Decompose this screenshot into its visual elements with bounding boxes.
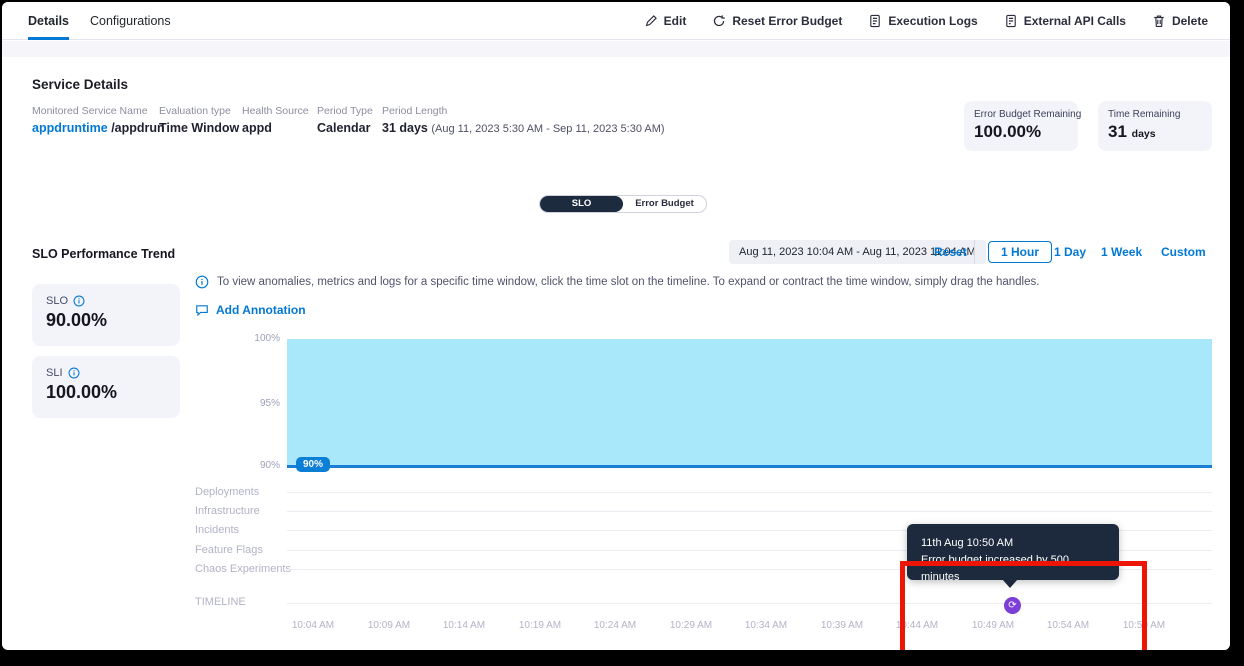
period-length-detail: (Aug 11, 2023 5:30 AM - Sep 11, 2023 5:3… [431, 123, 664, 135]
tooltip-arrow [1002, 579, 1018, 588]
x-axis-tick: 10:44 AM [882, 620, 952, 631]
toolbar: Edit Reset Error Budget Execution Logs E… [644, 2, 1208, 40]
row-track[interactable] [287, 603, 1212, 604]
y-axis-tick-100: 100% [240, 333, 280, 344]
info-icon[interactable] [73, 295, 85, 307]
y-axis-tick-90: 90% [240, 460, 280, 471]
row-label-infrastructure: Infrastructure [195, 505, 260, 517]
toggle-error-budget[interactable]: Error Budget [623, 196, 706, 212]
x-axis-tick: 10:59 AM [1109, 620, 1179, 631]
toggle-slo[interactable]: SLO [540, 196, 623, 212]
reset-link[interactable]: Reset [934, 240, 967, 264]
slo-target-line [287, 465, 1212, 468]
sli-card: SLI 100.00% [32, 356, 180, 418]
edit-button[interactable]: Edit [644, 14, 687, 28]
range-custom-button[interactable]: Custom [1161, 240, 1206, 264]
external-api-calls-button[interactable]: External API Calls [1004, 14, 1126, 28]
error-budget-remaining-card: Error Budget Remaining 100.00% [964, 101, 1078, 151]
annotation-marker-icon[interactable]: ⟳ [1004, 597, 1021, 614]
add-annotation-button[interactable]: Add Annotation [195, 303, 306, 317]
x-axis-tick: 10:34 AM [731, 620, 801, 631]
info-icon [195, 275, 209, 289]
execution-logs-button[interactable]: Execution Logs [868, 14, 977, 28]
service-details-title: Service Details [32, 77, 128, 92]
view-toggle: SLO Error Budget [539, 195, 707, 213]
tooltip-timestamp: 11th Aug 10:50 AM [921, 535, 1105, 552]
pencil-icon [644, 14, 658, 28]
y-axis-tick-95: 95% [240, 398, 280, 409]
info-banner: To view anomalies, metrics and logs for … [195, 276, 1039, 289]
delete-button[interactable]: Delete [1152, 14, 1208, 28]
chat-bubble-icon [195, 303, 209, 317]
x-axis-tick: 10:19 AM [505, 620, 575, 631]
range-1-week-button[interactable]: 1 Week [1101, 240, 1142, 264]
page-background-band [2, 41, 1230, 57]
range-1-hour-button[interactable]: 1 Hour [988, 241, 1052, 263]
info-text: To view anomalies, metrics and logs for … [217, 276, 1039, 288]
x-axis-tick: 10:54 AM [1033, 620, 1103, 631]
x-axis-tick: 10:14 AM [429, 620, 499, 631]
app-window: Details Configurations Edit Reset Error … [2, 2, 1230, 650]
divider [974, 240, 975, 264]
info-icon[interactable] [68, 367, 80, 379]
document-icon [868, 14, 882, 28]
row-label-timeline: TIMELINE [195, 596, 246, 608]
row-track[interactable] [287, 511, 1212, 512]
time-remaining-unit: days [1132, 128, 1156, 140]
tab-configurations[interactable]: Configurations [90, 2, 171, 40]
x-axis-tick: 10:04 AM [278, 620, 348, 631]
monitored-service-suffix: /appdrun [111, 121, 164, 135]
slo-target-badge: 90% [296, 457, 330, 472]
row-label-chaos-experiments: Chaos Experiments [195, 563, 291, 575]
row-label-deployments: Deployments [195, 486, 259, 498]
x-axis-tick: 10:29 AM [656, 620, 726, 631]
slo-value: 90.00% [46, 310, 166, 331]
monitored-service-link[interactable]: appdruntime [32, 121, 108, 135]
sli-value: 100.00% [46, 382, 166, 403]
reset-icon [712, 14, 726, 28]
trend-title: SLO Performance Trend [32, 247, 175, 261]
tab-bar: Details Configurations Edit Reset Error … [2, 2, 1230, 40]
time-remaining-card: Time Remaining 31 days [1098, 101, 1212, 151]
x-axis-tick: 10:39 AM [807, 620, 877, 631]
field-evaluation-type: Evaluation type Time Window [159, 105, 239, 135]
row-track[interactable] [287, 492, 1212, 493]
x-axis-tick: 10:49 AM [958, 620, 1028, 631]
field-monitored-service: Monitored Service Name appdruntime /appd… [32, 105, 165, 135]
main-content: Service Details Monitored Service Name a… [14, 57, 1228, 650]
field-health-source: Health Source appd [242, 105, 309, 135]
range-1-day-button[interactable]: 1 Day [1054, 240, 1086, 264]
trash-icon [1152, 14, 1166, 28]
sli-area-chart[interactable] [287, 339, 1212, 467]
row-label-incidents: Incidents [195, 524, 239, 536]
x-axis-tick: 10:24 AM [580, 620, 650, 631]
row-label-feature-flags: Feature Flags [195, 544, 263, 556]
x-axis-tick: 10:09 AM [354, 620, 424, 631]
slo-card: SLO 90.00% [32, 284, 180, 346]
field-period-length: Period Length 31 days (Aug 11, 2023 5:30… [382, 105, 665, 135]
tab-details[interactable]: Details [28, 2, 69, 40]
reset-error-budget-button[interactable]: Reset Error Budget [712, 14, 842, 28]
field-period-type: Period Type Calendar [317, 105, 373, 135]
document-api-icon [1004, 14, 1018, 28]
annotation-tooltip: 11th Aug 10:50 AM Error budget increased… [907, 524, 1119, 580]
